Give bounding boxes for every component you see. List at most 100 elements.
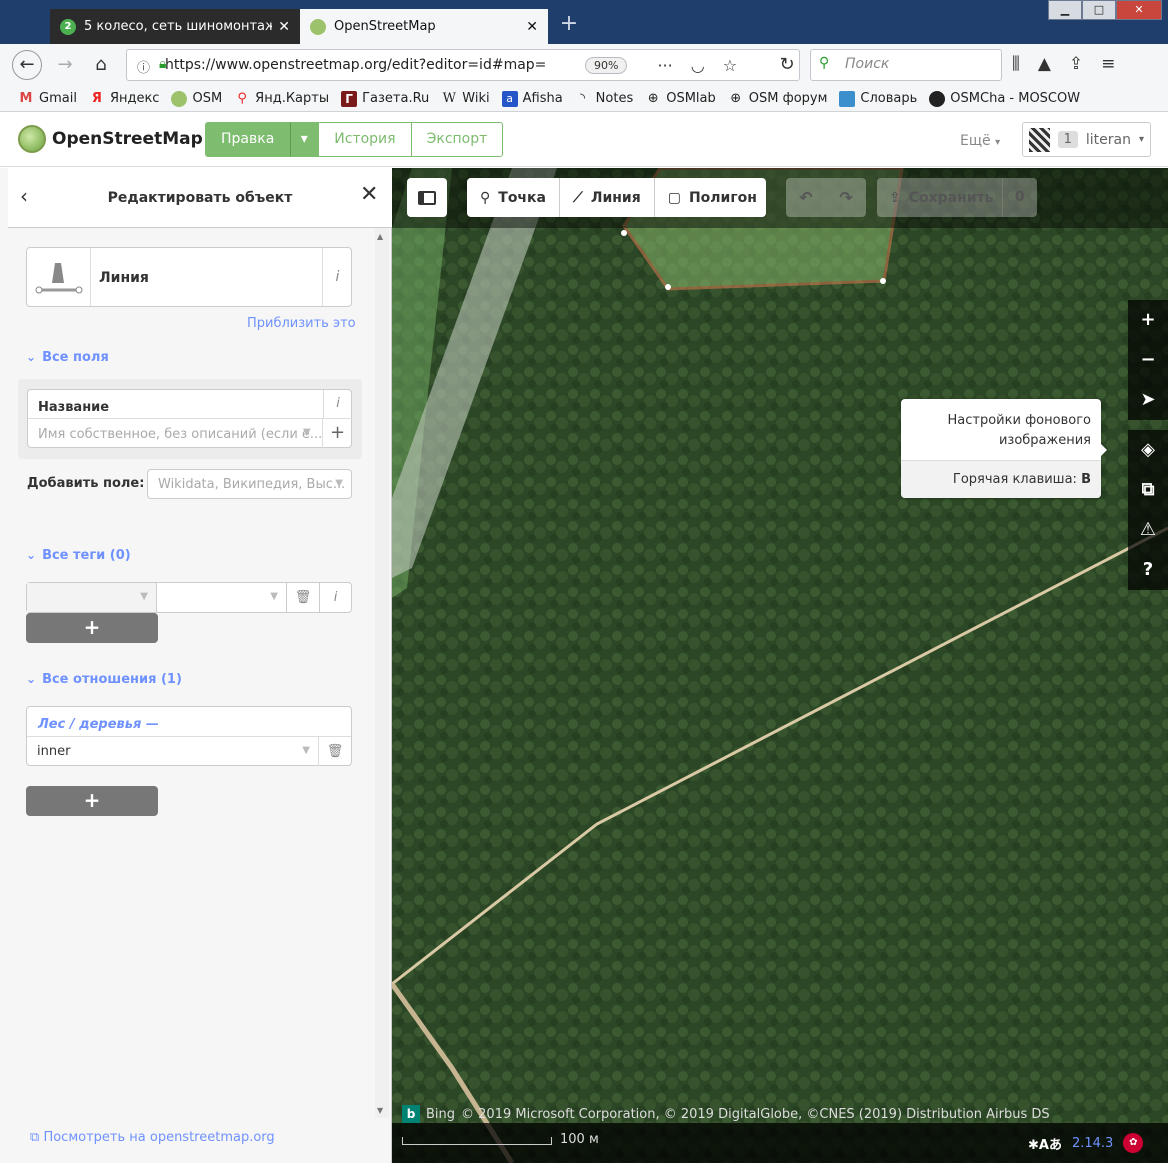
- add-tag-button[interactable]: +: [26, 613, 158, 643]
- bookmark-yandex-maps[interactable]: ⚲ Янд.Карты: [234, 91, 329, 107]
- menu-icon[interactable]: ≡: [1101, 54, 1115, 74]
- zoom-level-badge[interactable]: 90%: [585, 56, 628, 74]
- more-menu[interactable]: Ещё ▾: [960, 133, 1000, 149]
- bookmark-wiki[interactable]: W Wiki: [441, 90, 490, 107]
- background-layers-button[interactable]: ◈: [1128, 430, 1168, 470]
- name-field: Название i Имя собственное, без описаний…: [27, 389, 352, 448]
- help-button[interactable]: ?: [1128, 550, 1168, 590]
- version-link[interactable]: 2.14.3: [1072, 1136, 1113, 1151]
- sidebar-toggle-button[interactable]: [407, 178, 447, 217]
- extension-icon[interactable]: ⇪: [1069, 54, 1083, 74]
- bookmark-dictionary[interactable]: Словарь: [839, 90, 917, 107]
- tag-value-input[interactable]: ▼: [157, 583, 287, 612]
- gift-icon[interactable]: ✿: [1123, 1133, 1144, 1153]
- all-tags-toggle[interactable]: ⌄ Все теги (0): [26, 548, 131, 563]
- user-menu[interactable]: 1 literan ▾: [1022, 122, 1151, 157]
- bookmark-osmcha[interactable]: OSMCha - MOSCOW: [929, 90, 1080, 107]
- page-actions-icon[interactable]: ···: [657, 56, 672, 75]
- issues-button[interactable]: ⚠: [1128, 510, 1168, 550]
- search-placeholder: Поиск: [845, 56, 890, 72]
- trash-icon[interactable]: 🗑︎: [287, 583, 320, 612]
- navigation-bar: ← → ⌂ ⓘ 🔒︎ https://www.openstreetmap.org…: [0, 44, 1168, 86]
- close-icon[interactable]: ✕: [360, 182, 378, 207]
- export-button[interactable]: Экспорт: [411, 122, 504, 157]
- scroll-down-icon[interactable]: ▼: [377, 1106, 383, 1115]
- tab-badge-icon: 2: [60, 18, 76, 35]
- bookmark-star-icon[interactable]: ☆: [723, 56, 737, 75]
- sidebar-scrollbar[interactable]: ▲ ▼: [375, 228, 389, 1118]
- scroll-up-icon[interactable]: ▲: [377, 232, 383, 241]
- maximize-button[interactable]: □: [1082, 0, 1116, 20]
- forward-button[interactable]: →: [50, 50, 80, 80]
- add-line-button[interactable]: ⟋ Линия: [560, 178, 655, 217]
- pocket-icon[interactable]: ◡: [691, 56, 705, 75]
- home-button[interactable]: ⌂: [86, 50, 116, 80]
- osm-logo[interactable]: OpenStreetMap: [18, 125, 203, 153]
- map-canvas[interactable]: ⚲ Точка ⟋ Линия ▢ Полигон ↶ ↷ ⇪ Сохранить 0…: [392, 168, 1168, 1163]
- search-input[interactable]: ⚲ Поиск: [810, 49, 1002, 81]
- tab-close-icon[interactable]: ✕: [278, 19, 290, 35]
- add-point-button[interactable]: ⚲ Точка: [467, 178, 560, 217]
- name-info-button[interactable]: i: [323, 390, 352, 418]
- relation-membership: Лес / деревья — inner ▼ 🗑︎: [26, 706, 352, 766]
- sync-icon[interactable]: ▲: [1038, 54, 1051, 74]
- edit-button[interactable]: Правка: [205, 122, 291, 157]
- bookmark-osm-forum[interactable]: ⊕ OSM форум: [728, 91, 827, 107]
- yandex-icon: Я: [91, 90, 102, 106]
- add-area-label: Полигон: [688, 189, 757, 206]
- bookmark-notes[interactable]: ◝ Notes: [575, 90, 633, 107]
- relation-role-input[interactable]: inner ▼: [27, 736, 319, 766]
- relation-name-link[interactable]: Лес / деревья —: [38, 717, 159, 732]
- info-icon[interactable]: ⓘ: [137, 57, 150, 76]
- preset-info-button[interactable]: i: [322, 248, 352, 306]
- bookmark-osm[interactable]: OSM: [171, 90, 222, 107]
- close-window-button[interactable]: ✕: [1116, 0, 1162, 20]
- add-field-input[interactable]: Wikidata, Википедия, Выс... ▼: [147, 469, 352, 499]
- dictionary-icon: [839, 90, 856, 107]
- bookmark-gmail[interactable]: M Gmail: [18, 91, 77, 107]
- save-button[interactable]: ⇪ Сохранить 0: [877, 178, 1037, 217]
- map-data-button[interactable]: ⧉: [1128, 470, 1168, 510]
- geolocate-button[interactable]: ➤: [1128, 380, 1168, 420]
- trash-icon[interactable]: 🗑︎: [319, 736, 351, 766]
- new-tab-button[interactable]: +: [555, 9, 583, 39]
- add-relation-button[interactable]: +: [26, 786, 158, 816]
- rss-icon: ◝: [580, 90, 586, 106]
- library-icon[interactable]: ⫼: [1012, 54, 1020, 74]
- wiki-icon: W: [442, 90, 456, 106]
- add-area-button[interactable]: ▢ Полигон: [655, 178, 770, 217]
- minimize-button[interactable]: ▁: [1048, 0, 1082, 20]
- view-on-osm-link[interactable]: ⧉ Посмотреть на openstreetmap.org: [30, 1130, 275, 1145]
- bookmark-afisha[interactable]: a Afisha: [501, 90, 563, 107]
- bookmark-osmlab[interactable]: ⊕ OSMlab: [645, 91, 716, 107]
- back-button[interactable]: ←: [12, 50, 42, 80]
- url-text[interactable]: https://www.openstreetmap.org/edit?edito…: [165, 57, 545, 73]
- window-controls: ▁ □ ✕: [1048, 0, 1162, 22]
- hotkey-label: Горячая клавиша:: [952, 472, 1077, 487]
- bookmark-yandex[interactable]: Я Яндекс: [89, 91, 160, 107]
- preset-card[interactable]: Линия i: [26, 247, 352, 307]
- redo-button[interactable]: ↷: [826, 178, 866, 217]
- all-relations-toggle[interactable]: ⌄ Все отношения (1): [26, 672, 182, 687]
- bookmark-gazeta[interactable]: Г Газета.Ru: [341, 90, 429, 107]
- reload-button[interactable]: ↻: [772, 50, 802, 80]
- zoom-to-link[interactable]: Приблизить это: [247, 316, 356, 331]
- tag-key-input[interactable]: ▼: [27, 583, 157, 612]
- history-button[interactable]: История: [318, 122, 412, 157]
- editor-sidebar: ‹ Редактировать объект ✕ ▲ ▼ Линия i При…: [0, 168, 392, 1163]
- edit-dropdown-button[interactable]: ▾: [290, 122, 319, 157]
- add-localized-name-button[interactable]: +: [323, 418, 352, 448]
- save-label: Сохранить: [908, 189, 994, 206]
- tab-close-icon[interactable]: ✕: [526, 19, 538, 35]
- tag-info-button[interactable]: i: [320, 583, 351, 612]
- zoom-out-button[interactable]: −: [1128, 340, 1168, 380]
- zoom-in-button[interactable]: +: [1128, 300, 1168, 340]
- tab-shinomontazh[interactable]: 2 5 колесо, сеть шиномонтажны ✕: [50, 9, 300, 44]
- undo-button[interactable]: ↶: [786, 178, 826, 217]
- tab-openstreetmap[interactable]: OpenStreetMap ✕: [300, 9, 548, 44]
- bug-icon[interactable]: ✱Aあ: [1028, 1134, 1062, 1153]
- url-bar[interactable]: ⓘ 🔒︎ https://www.openstreetmap.org/edit?…: [126, 49, 800, 81]
- all-fields-toggle[interactable]: ⌄ Все поля: [26, 350, 109, 365]
- osm-icon: [171, 90, 188, 107]
- name-input[interactable]: Имя собственное, без описаний (если е...: [28, 418, 323, 448]
